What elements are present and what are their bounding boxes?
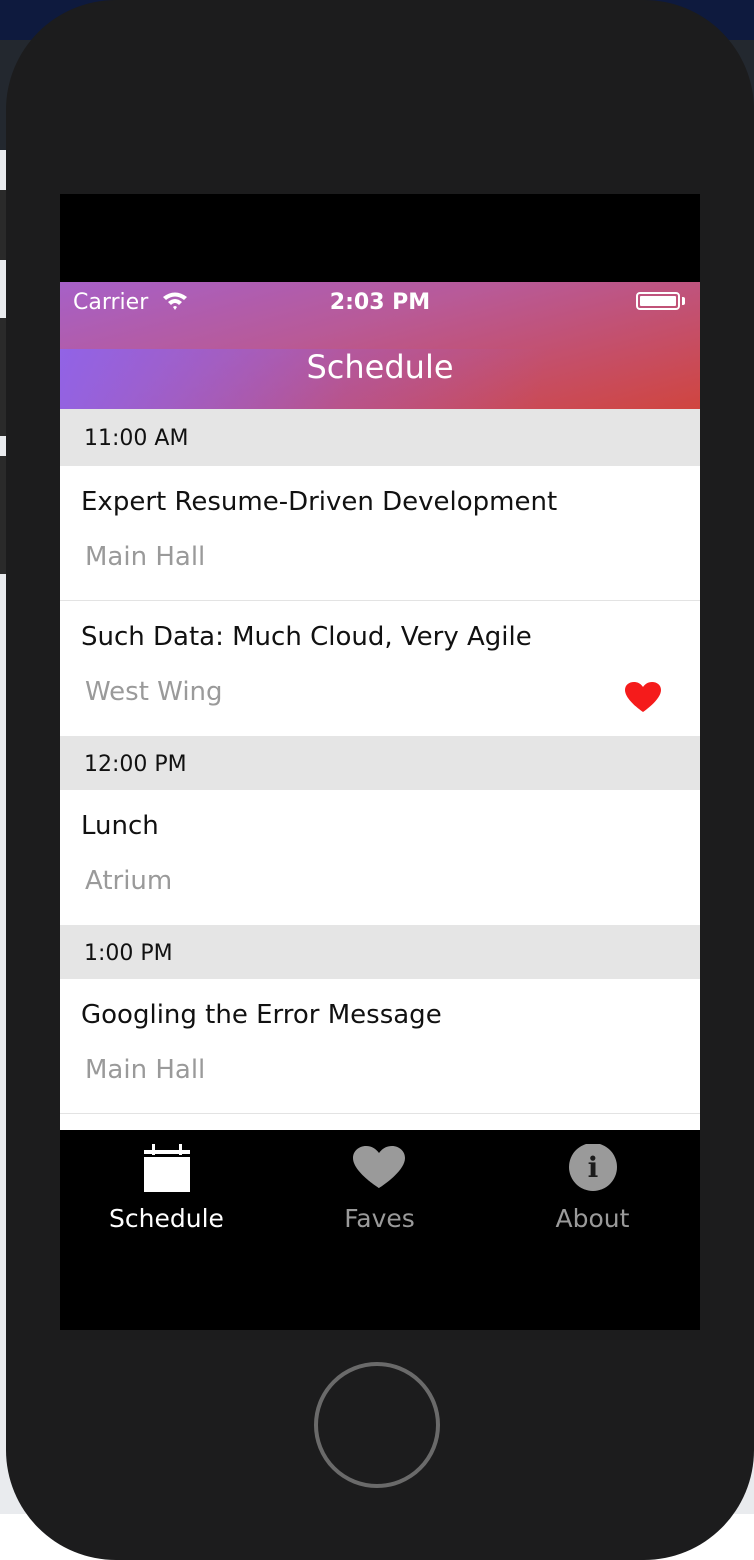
section-time: 11:00 AM bbox=[84, 426, 189, 451]
home-button[interactable] bbox=[314, 1362, 440, 1488]
session-row[interactable]: Googling the Error Message Main Hall bbox=[60, 979, 700, 1114]
favorite-heart-icon bbox=[625, 682, 661, 712]
session-row[interactable]: Expert Resume-Driven Development Main Ha… bbox=[60, 466, 700, 601]
svg-text:i: i bbox=[588, 1151, 599, 1184]
tab-label: Schedule bbox=[109, 1204, 224, 1233]
section-time: 1:00 PM bbox=[84, 941, 173, 966]
calendar-icon bbox=[144, 1144, 190, 1192]
session-location: West Wing bbox=[85, 677, 223, 707]
page-title: Schedule bbox=[306, 348, 454, 386]
status-time: 2:03 PM bbox=[329, 290, 431, 315]
session-location: Main Hall bbox=[85, 1055, 206, 1085]
session-row[interactable]: Such Data: Much Cloud, Very Agile West W… bbox=[60, 601, 700, 736]
session-row[interactable]: Lunch Atrium bbox=[60, 790, 700, 925]
section-header-1pm: 1:00 PM bbox=[60, 925, 700, 979]
phone-screen: Carrier 2:03 PM Schedule 11:00 AM Expert… bbox=[60, 194, 700, 1330]
session-title: Expert Resume-Driven Development bbox=[81, 487, 558, 517]
heart-icon bbox=[353, 1146, 405, 1188]
status-bar: Carrier 2:03 PM bbox=[60, 282, 700, 322]
section-header-11am: 11:00 AM bbox=[60, 409, 700, 466]
tab-label: About bbox=[555, 1204, 630, 1233]
battery-icon bbox=[636, 292, 680, 310]
info-icon: i bbox=[569, 1144, 617, 1191]
schedule-list[interactable]: 11:00 AM Expert Resume-Driven Developmen… bbox=[60, 409, 700, 1130]
session-title: Such Data: Much Cloud, Very Agile bbox=[81, 622, 532, 652]
battery-nub bbox=[682, 297, 685, 305]
session-location: Main Hall bbox=[85, 542, 206, 572]
session-location: Atrium bbox=[85, 866, 173, 896]
tab-schedule[interactable]: Schedule bbox=[60, 1130, 273, 1250]
session-title: Googling the Error Message bbox=[81, 1000, 442, 1030]
tab-faves[interactable]: Faves bbox=[273, 1130, 486, 1250]
tab-label: Faves bbox=[344, 1204, 415, 1233]
section-header-12pm: 12:00 PM bbox=[60, 736, 700, 790]
tab-bar: Schedule Faves i About bbox=[60, 1130, 700, 1330]
session-title: Lunch bbox=[81, 811, 159, 841]
tab-about[interactable]: i About bbox=[486, 1130, 699, 1250]
section-time: 12:00 PM bbox=[84, 752, 187, 777]
